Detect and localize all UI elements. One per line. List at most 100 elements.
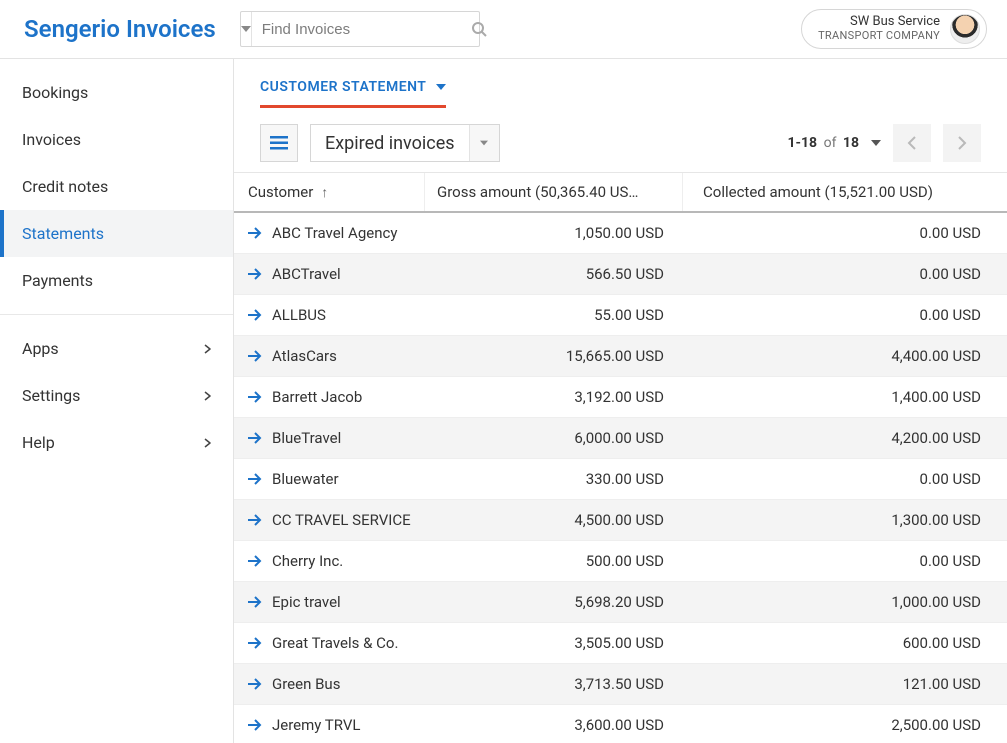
- table-row[interactable]: Green Bus 3,713.50 USD121.00 USD: [234, 664, 1007, 705]
- arrow-right-icon: [248, 391, 262, 403]
- table-row[interactable]: Jeremy TRVL3,600.00 USD2,500.00 USD: [234, 705, 1007, 743]
- table-row[interactable]: BlueTravel6,000.00 USD4,200.00 USD: [234, 418, 1007, 459]
- tab-customer-statement[interactable]: CUSTOMER STATEMENT: [260, 79, 446, 108]
- cell-customer: CC TRAVEL SERVICE: [234, 511, 424, 529]
- arrow-right-icon: [248, 350, 262, 362]
- cell-customer: Jeremy TRVL: [234, 716, 424, 734]
- cell-collected: 0.00 USD: [682, 224, 1007, 242]
- prev-page-button[interactable]: [893, 124, 931, 162]
- list-menu-button[interactable]: [260, 124, 298, 162]
- sidebar-item-label: Invoices: [22, 130, 81, 149]
- sidebar-item-payments[interactable]: Payments: [0, 257, 233, 304]
- table-row[interactable]: Epic travel5,698.20 USD1,000.00 USD: [234, 582, 1007, 623]
- column-customer[interactable]: Customer ↑: [234, 173, 424, 211]
- sidebar-item-help[interactable]: Help: [0, 419, 233, 466]
- tab-bar: CUSTOMER STATEMENT: [234, 59, 1007, 108]
- column-gross[interactable]: Gross amount (50,365.40 US…: [424, 173, 682, 211]
- table-row[interactable]: ABC Travel Agency1,050.00 USD0.00 USD: [234, 213, 1007, 254]
- cell-gross: 566.50 USD: [424, 265, 682, 283]
- sort-asc-icon: ↑: [321, 184, 328, 201]
- sidebar-item-label: Payments: [22, 271, 93, 290]
- cell-customer: BlueTravel: [234, 429, 424, 447]
- cell-collected: 4,200.00 USD: [682, 429, 1007, 447]
- customer-name: CC TRAVEL SERVICE: [272, 511, 411, 529]
- sidebar-item-invoices[interactable]: Invoices: [0, 116, 233, 163]
- header: Sengerio Invoices SW Bus Service TRANSPO…: [0, 0, 1007, 59]
- cell-customer: Epic travel: [234, 593, 424, 611]
- sidebar-item-bookings[interactable]: Bookings: [0, 69, 233, 116]
- cell-customer: Barrett Jacob: [234, 388, 424, 406]
- cell-collected: 4,400.00 USD: [682, 347, 1007, 365]
- customer-name: BlueTravel: [272, 429, 341, 447]
- search-icon[interactable]: [471, 21, 487, 37]
- customer-name: ABC Travel Agency: [272, 224, 397, 242]
- search-box: [240, 11, 480, 47]
- cell-customer: Bluewater: [234, 470, 424, 488]
- customer-name: Bluewater: [272, 470, 339, 488]
- cell-customer: Cherry Inc.: [234, 552, 424, 570]
- table-row[interactable]: Bluewater330.00 USD0.00 USD: [234, 459, 1007, 500]
- table-row[interactable]: Great Travels & Co.3,505.00 USD600.00 US…: [234, 623, 1007, 664]
- table-row[interactable]: ABCTravel566.50 USD0.00 USD: [234, 254, 1007, 295]
- next-page-button[interactable]: [943, 124, 981, 162]
- page-total: 18: [843, 135, 859, 151]
- cell-customer: Great Travels & Co.: [234, 634, 424, 652]
- search-filter-dropdown[interactable]: [241, 12, 252, 46]
- cell-customer: ALLBUS: [234, 306, 424, 324]
- arrow-right-icon: [248, 309, 262, 321]
- arrow-right-icon: [248, 227, 262, 239]
- arrow-right-icon: [248, 596, 262, 608]
- table-row[interactable]: CC TRAVEL SERVICE4,500.00 USD1,300.00 US…: [234, 500, 1007, 541]
- table-row[interactable]: ALLBUS 55.00 USD0.00 USD: [234, 295, 1007, 336]
- search-input[interactable]: [252, 21, 471, 38]
- cell-collected: 2,500.00 USD: [682, 716, 1007, 734]
- table-row[interactable]: Cherry Inc.500.00 USD0.00 USD: [234, 541, 1007, 582]
- customer-name: Epic travel: [272, 593, 341, 611]
- avatar: [950, 14, 980, 44]
- cell-collected: 0.00 USD: [682, 306, 1007, 324]
- sidebar-item-credit-notes[interactable]: Credit notes: [0, 163, 233, 210]
- filter-caret[interactable]: [469, 125, 499, 161]
- customer-name: ALLBUS: [272, 306, 326, 324]
- cell-gross: 4,500.00 USD: [424, 511, 682, 529]
- caret-down-icon: [241, 24, 251, 34]
- sidebar-item-settings[interactable]: Settings: [0, 372, 233, 419]
- filter-select[interactable]: Expired invoices: [310, 124, 500, 162]
- toolbar: Expired invoices 1-18 of 18: [234, 108, 1007, 172]
- customer-name: Green Bus: [272, 675, 340, 693]
- cell-gross: 3,192.00 USD: [424, 388, 682, 406]
- cell-gross: 55.00 USD: [424, 306, 682, 324]
- cell-gross: 3,713.50 USD: [424, 675, 682, 693]
- table-row[interactable]: AtlasCars15,665.00 USD4,400.00 USD: [234, 336, 1007, 377]
- user-menu[interactable]: SW Bus Service TRANSPORT COMPANY: [801, 9, 987, 49]
- sidebar-item-label: Credit notes: [22, 177, 108, 196]
- statements-table: Customer ↑ Gross amount (50,365.40 US… C…: [234, 172, 1007, 743]
- column-collected[interactable]: Collected amount (15,521.00 USD): [682, 173, 1007, 211]
- chevron-right-icon: [204, 344, 211, 354]
- cell-collected: 0.00 USD: [682, 552, 1007, 570]
- customer-name: Jeremy TRVL: [272, 716, 361, 734]
- cell-gross: 500.00 USD: [424, 552, 682, 570]
- caret-down-icon[interactable]: [871, 138, 881, 148]
- cell-customer: Green Bus: [234, 675, 424, 693]
- sidebar-item-label: Settings: [22, 386, 80, 405]
- arrow-right-icon: [248, 555, 262, 567]
- chevron-right-icon: [204, 438, 211, 448]
- arrow-right-icon: [248, 719, 262, 731]
- user-name: SW Bus Service: [818, 15, 940, 30]
- cell-gross: 3,505.00 USD: [424, 634, 682, 652]
- sidebar-item-label: Help: [22, 433, 55, 452]
- table-row[interactable]: Barrett Jacob3,192.00 USD1,400.00 USD: [234, 377, 1007, 418]
- sidebar-item-label: Apps: [22, 339, 59, 358]
- filter-label: Expired invoices: [311, 125, 469, 161]
- cell-collected: 0.00 USD: [682, 265, 1007, 283]
- cell-customer: AtlasCars: [234, 347, 424, 365]
- arrow-right-icon: [248, 432, 262, 444]
- main-content: CUSTOMER STATEMENT Expired invoices: [234, 59, 1007, 743]
- cell-customer: ABC Travel Agency: [234, 224, 424, 242]
- sidebar-item-label: Bookings: [22, 83, 88, 102]
- sidebar-item-apps[interactable]: Apps: [0, 325, 233, 372]
- cell-collected: 121.00 USD: [682, 675, 1007, 693]
- sidebar-item-statements[interactable]: Statements: [0, 210, 233, 257]
- cell-collected: 1,400.00 USD: [682, 388, 1007, 406]
